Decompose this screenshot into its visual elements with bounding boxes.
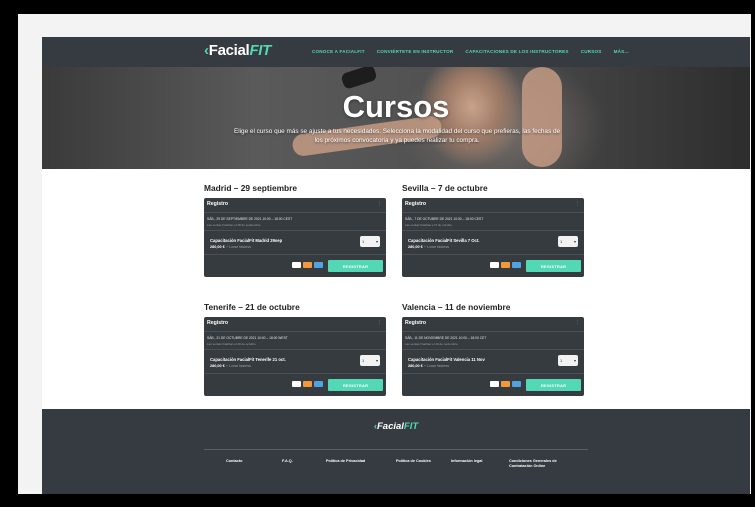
- visa-icon: [490, 381, 499, 387]
- registration-widget: Registro ⋮ SÁB., 21 DE OCTUBRE DE 2021 1…: [204, 317, 386, 396]
- info-icon[interactable]: ⋮: [575, 320, 580, 326]
- event-heading: Valencia – 11 de noviembre: [402, 302, 511, 312]
- nav-item-capacitaciones[interactable]: CAPACITACIONES DE LOS INSTRUCTORES: [465, 49, 568, 54]
- amex-icon: [512, 381, 521, 387]
- payment-methods: [292, 262, 323, 268]
- footer-divider: [204, 449, 588, 450]
- mastercard-icon: [303, 381, 312, 387]
- payment-methods: [292, 381, 323, 387]
- chevron-down-icon: ▾: [375, 358, 378, 363]
- quantity-select[interactable]: 1 ▾: [360, 236, 380, 247]
- event-date: SÁB., 21 DE OCTUBRE DE 2021 10:00 – 18:0…: [207, 336, 288, 340]
- footer-link-cookies[interactable]: Política de Cookies: [396, 459, 431, 464]
- footer-link-condiciones[interactable]: Condiciones Generales de Contratación On…: [509, 459, 571, 469]
- event-heading: Tenerife – 21 de octubre: [204, 302, 300, 312]
- register-button[interactable]: REGISTRAR: [526, 379, 581, 391]
- visa-icon: [292, 381, 301, 387]
- registration-title: Registro: [207, 201, 229, 207]
- divider: [204, 349, 386, 350]
- event-valencia: Valencia – 11 de noviembre Registro ⋮ SÁ…: [402, 302, 584, 396]
- quantity-select[interactable]: 1 ▾: [558, 355, 578, 366]
- divider: [402, 373, 584, 374]
- chevron-down-icon: ▾: [375, 239, 378, 244]
- info-icon[interactable]: ⋮: [377, 201, 382, 207]
- ticket-name: Capacitación FacialFit Sevilla 7 Oct.: [408, 238, 480, 243]
- amex-icon: [512, 262, 521, 268]
- event-date: SÁB., 29 DE SEPTIEMBRE DE 2021 10:00 – 1…: [207, 217, 293, 221]
- divider: [402, 230, 584, 231]
- payment-methods: [490, 262, 521, 268]
- mastercard-icon: [303, 262, 312, 268]
- payment-methods: [490, 381, 521, 387]
- footer-logo[interactable]: ‹FacialFIT: [42, 421, 750, 432]
- registration-title: Registro: [207, 320, 229, 326]
- amex-icon: [314, 381, 323, 387]
- info-icon[interactable]: ⋮: [377, 320, 382, 326]
- page-title: Cursos: [342, 89, 450, 124]
- ticket-price: 280,00 € + Lowe fasless: [210, 364, 252, 368]
- event-heading: Sevilla – 7 de octubre: [402, 183, 488, 193]
- nav-item-cursos[interactable]: CURSOS: [581, 49, 602, 54]
- site-footer: ‹FacialFIT Contacto F.A.Q. Política de P…: [42, 409, 750, 494]
- ticket-name: Capacitación FacialFit Valencia 11 Nov: [408, 357, 485, 362]
- info-icon[interactable]: ⋮: [575, 201, 580, 207]
- mastercard-icon: [501, 262, 510, 268]
- event-tenerife: Tenerife – 21 de octubre Registro ⋮ SÁB.…: [204, 302, 386, 396]
- quantity-select[interactable]: 1 ▾: [360, 355, 380, 366]
- web-page: ‹FacialFIT CONOCE A FACIALFIT CONVIÉRTET…: [42, 37, 750, 494]
- event-heading: Madrid – 29 septiembre: [204, 183, 298, 193]
- ticket-name: Capacitación FacialFit Tenerife 21 oct.: [210, 357, 286, 362]
- chevron-down-icon: ▾: [573, 358, 576, 363]
- mastercard-icon: [501, 381, 510, 387]
- ticket-price: 280,00 € + Lowe fasless: [408, 245, 450, 249]
- hero-description: Elige el curso que más se ajuste a tus n…: [233, 128, 561, 144]
- footer-link-faq[interactable]: F.A.Q.: [282, 459, 293, 464]
- divider: [204, 254, 386, 255]
- site-header: ‹FacialFIT CONOCE A FACIALFIT CONVIÉRTET…: [42, 37, 750, 67]
- divider: [402, 349, 584, 350]
- main-nav: CONOCE A FACIALFIT CONVIÉRTETE EN INSTRU…: [312, 49, 629, 54]
- hero-image-glove: [340, 67, 378, 90]
- registration-widget: Registro ⋮ SÁB., 11 DE NOVIEMBRE DE 2021…: [402, 317, 584, 396]
- site-logo[interactable]: ‹FacialFIT: [204, 42, 271, 59]
- register-button[interactable]: REGISTRAR: [328, 379, 383, 391]
- footer-link-legal[interactable]: Información legal: [451, 459, 482, 464]
- amex-icon: [314, 262, 323, 268]
- sales-end-note: Las ventas finalizan el 20 de octubre: [207, 342, 256, 346]
- visa-icon: [292, 262, 301, 268]
- event-date: SÁB., 11 DE NOVIEMBRE DE 2021 10:00 – 18…: [405, 336, 487, 340]
- register-button[interactable]: REGISTRAR: [328, 260, 383, 272]
- divider: [204, 230, 386, 231]
- ticket-price: 280,00 € + Lowe fasless: [210, 245, 252, 249]
- registration-widget: Registro ⋮ SÁB., 29 DE SEPTIEMBRE DE 202…: [204, 198, 386, 277]
- event-sevilla: Sevilla – 7 de octubre Registro ⋮ SÁB., …: [402, 183, 584, 277]
- quantity-select[interactable]: 1 ▾: [558, 236, 578, 247]
- divider: [402, 254, 584, 255]
- sales-end-note: Las ventas finalizan el 10 de noviembre: [405, 342, 458, 346]
- screenshot-frame: ‹FacialFIT CONOCE A FACIALFIT CONVIÉRTET…: [18, 14, 751, 494]
- sales-end-note: Las ventas finalizan el 28 de septiembre: [207, 223, 261, 227]
- divider: [204, 373, 386, 374]
- divider: [204, 212, 386, 213]
- visa-icon: [490, 262, 499, 268]
- nav-item-mas[interactable]: MÁS...: [614, 49, 629, 54]
- ticket-name: Capacitación FacialFit Madrid 29sep: [210, 238, 283, 243]
- footer-link-privacidad[interactable]: Política de Privacidad: [326, 459, 365, 464]
- event-date: SÁB., 7 DE OCTUBRE DE 2021 10:00 – 18:00…: [405, 217, 484, 221]
- divider: [204, 331, 386, 332]
- registration-title: Registro: [405, 201, 427, 207]
- divider: [402, 331, 584, 332]
- nav-item-instructor[interactable]: CONVIÉRTETE EN INSTRUCTOR: [377, 49, 454, 54]
- registration-title: Registro: [405, 320, 427, 326]
- ticket-price: 280,00 € + Lowe fasless: [408, 364, 450, 368]
- footer-link-contacto[interactable]: Contacto: [226, 459, 242, 464]
- nav-item-conoce[interactable]: CONOCE A FACIALFIT: [312, 49, 365, 54]
- sales-end-note: Las ventas finalizan el 6 de octubre: [405, 223, 453, 227]
- divider: [402, 212, 584, 213]
- chevron-down-icon: ▾: [573, 239, 576, 244]
- event-madrid: Madrid – 29 septiembre Registro ⋮ SÁB., …: [204, 183, 386, 277]
- register-button[interactable]: REGISTRAR: [526, 260, 581, 272]
- registration-widget: Registro ⋮ SÁB., 7 DE OCTUBRE DE 2021 10…: [402, 198, 584, 277]
- hero-banner: Cursos Elige el curso que más se ajuste …: [42, 67, 750, 169]
